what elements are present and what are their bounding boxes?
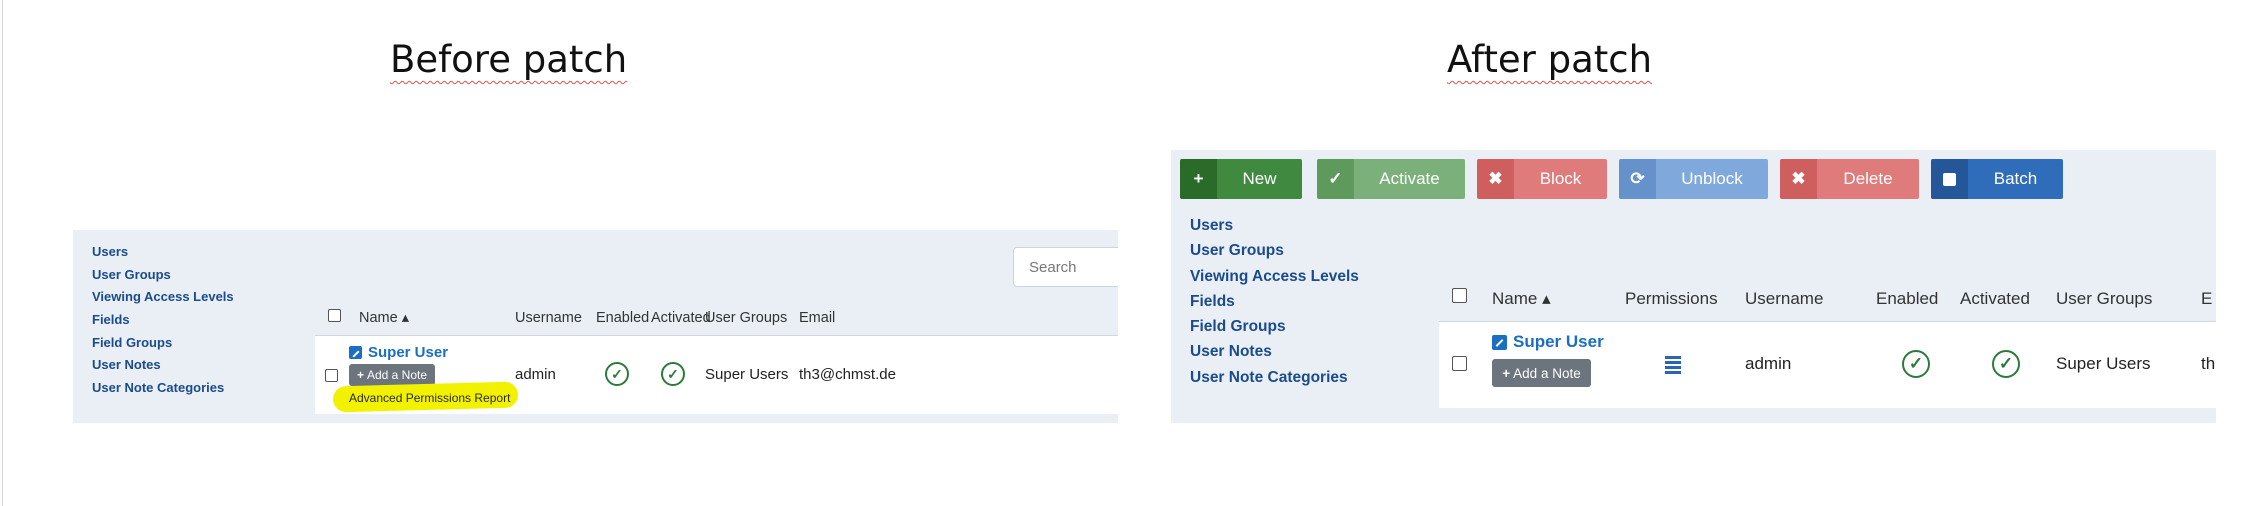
sidebar-item-fields[interactable]: Fields (1190, 289, 1359, 314)
times-icon: ✖ (1780, 159, 1817, 199)
select-all-checkbox[interactable] (1452, 288, 1467, 303)
table-row: Super User + Add a Note admin ✓ ✓ Super … (1439, 322, 2216, 408)
activate-button-label: Activate (1354, 159, 1465, 199)
activated-check-icon[interactable]: ✓ (661, 362, 685, 386)
column-email-header[interactable]: E (2201, 289, 2212, 309)
sidebar-item-user-notes[interactable]: User Notes (1190, 339, 1359, 364)
advanced-permissions-report-link[interactable]: Advanced Permissions Report (349, 391, 510, 405)
unblock-button[interactable]: ⟳ Unblock (1619, 159, 1768, 199)
row-checkbox[interactable] (325, 369, 338, 382)
edit-icon (1492, 334, 1507, 350)
user-name-link[interactable]: Super User (349, 344, 448, 361)
activate-button[interactable]: ✓ Activate (1317, 159, 1465, 199)
user-name-text: Super User (1513, 332, 1604, 351)
new-button[interactable]: + New (1180, 159, 1302, 199)
column-user-groups-header[interactable]: User Groups (2056, 289, 2152, 309)
sidebar-item-user-groups[interactable]: User Groups (1190, 238, 1359, 263)
search-input[interactable]: Search (1013, 247, 1118, 287)
username-cell: admin (515, 366, 556, 383)
sidebar-item-viewing-access-levels[interactable]: Viewing Access Levels (1190, 264, 1359, 289)
square-icon (1931, 159, 1968, 199)
column-permissions-header: Permissions (1625, 289, 1718, 308)
activated-check-icon[interactable]: ✓ (1992, 350, 2020, 378)
before-patch-heading: Before patch (390, 38, 628, 81)
column-name-header[interactable]: Name ▴ (359, 310, 409, 326)
plus-icon: + (1502, 365, 1511, 381)
user-groups-cell: Super Users (705, 366, 789, 383)
column-enabled-header[interactable]: Enabled (1876, 289, 1938, 309)
after-patch-heading: After patch (1447, 38, 1653, 81)
new-button-label: New (1217, 159, 1302, 199)
enabled-check-icon[interactable]: ✓ (605, 362, 629, 386)
user-name-link[interactable]: Super User (1492, 332, 1604, 352)
column-enabled-header[interactable]: Enabled (596, 310, 649, 326)
sidebar-item-user-groups[interactable]: User Groups (92, 264, 234, 287)
column-name-header[interactable]: Name ▴ (1492, 289, 1551, 309)
add-note-label: Add a Note (1513, 365, 1581, 381)
sidebar-item-user-note-categories[interactable]: User Note Categories (92, 377, 234, 400)
permissions-list-icon[interactable] (1665, 356, 1681, 374)
page-left-border (2, 0, 3, 506)
select-all-checkbox[interactable] (328, 309, 341, 322)
block-button-label: Block (1514, 159, 1607, 199)
batch-button[interactable]: Batch (1931, 159, 2063, 199)
before-screenshot-panel: Users User Groups Viewing Access Levels … (73, 230, 1118, 423)
edit-icon (349, 346, 362, 359)
user-name-text: Super User (368, 344, 449, 361)
sidebar-item-field-groups[interactable]: Field Groups (92, 332, 234, 355)
enabled-check-icon[interactable]: ✓ (1902, 350, 1930, 378)
add-note-label: Add a Note (366, 368, 428, 382)
refresh-icon: ⟳ (1619, 159, 1656, 199)
sidebar-item-field-groups[interactable]: Field Groups (1190, 314, 1359, 339)
column-user-groups-header[interactable]: User Groups (705, 310, 787, 326)
sidebar-item-fields[interactable]: Fields (92, 309, 234, 332)
delete-button[interactable]: ✖ Delete (1780, 159, 1919, 199)
email-cell: th (2201, 354, 2216, 373)
unblock-button-label: Unblock (1656, 159, 1768, 199)
column-activated-header[interactable]: Activated (1960, 289, 2030, 309)
sidebar-menu: Users User Groups Viewing Access Levels … (92, 241, 234, 400)
sidebar-item-user-note-categories[interactable]: User Note Categories (1190, 365, 1359, 390)
plus-icon: + (356, 368, 364, 382)
after-screenshot-panel: + New ✓ Activate ✖ Block ⟳ Unblock ✖ Del… (1171, 150, 2216, 423)
table-row: Super User + Add a Note Advanced Permiss… (315, 336, 1118, 414)
sidebar-item-users[interactable]: Users (92, 241, 234, 264)
sidebar-menu: Users User Groups Viewing Access Levels … (1190, 213, 1359, 390)
batch-button-label: Batch (1968, 159, 2063, 199)
add-note-button[interactable]: + Add a Note (349, 364, 435, 386)
table-header: Name ▴ Permissions Username Enabled Acti… (1439, 262, 2216, 322)
plus-icon: + (1180, 159, 1217, 199)
sidebar-item-users[interactable]: Users (1190, 213, 1359, 238)
table-header: Name ▴ Username Enabled Activated User G… (315, 296, 1118, 336)
block-button[interactable]: ✖ Block (1477, 159, 1607, 199)
column-username-header[interactable]: Username (1745, 289, 1823, 309)
delete-button-label: Delete (1817, 159, 1919, 199)
check-icon: ✓ (1317, 159, 1354, 199)
row-checkbox[interactable] (1452, 356, 1467, 371)
user-groups-cell: Super Users (2056, 354, 2151, 373)
add-note-button[interactable]: + Add a Note (1492, 359, 1591, 387)
username-cell: admin (1745, 354, 1792, 373)
sidebar-item-viewing-access-levels[interactable]: Viewing Access Levels (92, 286, 234, 309)
email-cell: th3@chmst.de (799, 366, 896, 383)
sidebar-item-user-notes[interactable]: User Notes (92, 354, 234, 377)
column-email-header[interactable]: Email (799, 310, 835, 326)
column-activated-header[interactable]: Activated (651, 310, 711, 326)
column-username-header[interactable]: Username (515, 310, 582, 326)
times-icon: ✖ (1477, 159, 1514, 199)
